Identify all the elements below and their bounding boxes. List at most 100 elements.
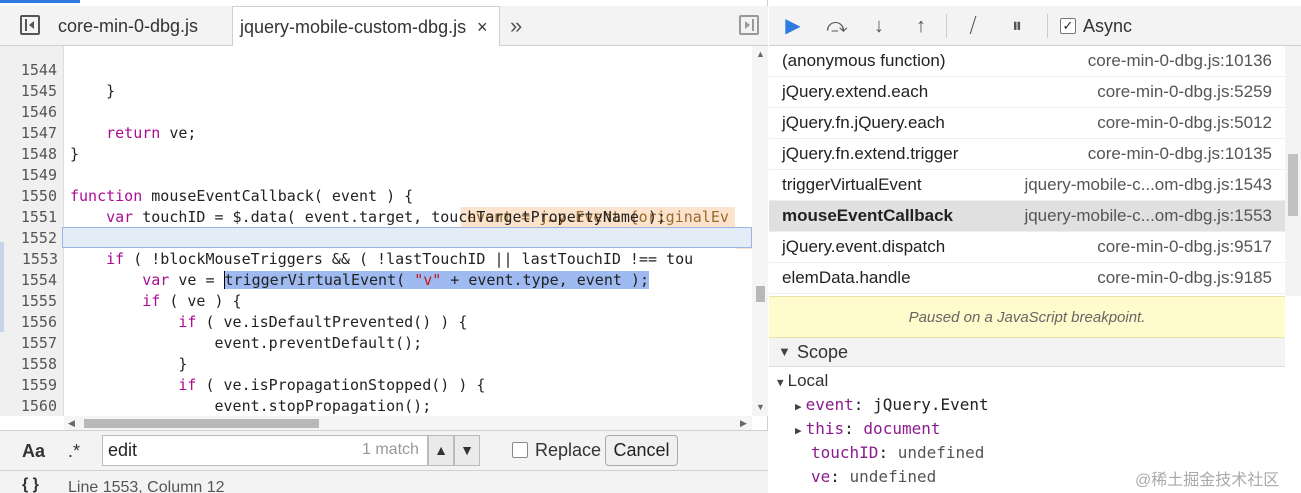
variable-value: document	[863, 419, 941, 438]
tab-label: core-min-0-dbg.js	[58, 16, 199, 36]
code-line: 1544 }	[0, 46, 752, 100]
scroll-right-icon[interactable]: ▶	[740, 418, 747, 429]
frame-location[interactable]: core-min-0-dbg.js:10135	[1088, 139, 1272, 168]
async-label: Async	[1083, 16, 1133, 36]
toolbar-divider	[1047, 14, 1048, 38]
replace-checkbox[interactable]	[512, 442, 528, 458]
editor-horizontal-scrollbar[interactable]: ◀ ▶	[64, 416, 752, 430]
variable-value: jQuery.Event	[873, 395, 989, 414]
code-line: 1552 if ( !blockMouseTriggers && ( !last…	[0, 207, 752, 268]
variable-value: undefined	[897, 443, 985, 462]
local-label: Local	[787, 371, 829, 390]
scope-variable[interactable]: ▶ this: document	[795, 417, 940, 441]
variable-separator: :	[878, 443, 898, 462]
deactivate-breakpoints-button[interactable]: ⧸	[959, 12, 987, 40]
step-over-button[interactable]: ⤼	[823, 12, 851, 40]
step-into-button[interactable]: ↓	[865, 12, 893, 40]
variable-name: touchID	[811, 443, 879, 462]
call-frame[interactable]: jQuery.fn.extend.trigger core-min-0-dbg.…	[769, 139, 1285, 170]
editor-tab-bar: core-min-0-dbg.js jquery-mobile-custom-d…	[0, 6, 768, 47]
code-line: 1561 if ( ve.isImmediatePropagationStopp…	[0, 396, 752, 416]
frame-function: jQuery.extend.each	[782, 82, 929, 101]
toolbar-divider	[946, 14, 947, 38]
toggle-debugger-icon[interactable]	[739, 15, 759, 35]
match-case-toggle[interactable]: Aa	[22, 441, 45, 462]
breakpoint-off-icon: ⧸	[969, 15, 977, 37]
frame-location[interactable]: core-min-0-dbg.js:9185	[1097, 263, 1272, 292]
toggle-navigator-icon[interactable]	[20, 15, 40, 35]
step-into-icon: ↓	[874, 15, 884, 37]
watermark: @稀土掘金技术社区	[1135, 472, 1280, 489]
frame-function: elemData.handle	[782, 268, 911, 287]
debugger-sidebar: ▶ ⤼ ↓ ↑ ⧸ ⏸ ✓ Async (anonymous function)…	[769, 0, 1301, 493]
step-out-button[interactable]: ↑	[907, 12, 935, 40]
local-scope-header[interactable]: ▼ Local	[777, 369, 828, 393]
tab-core-min-0-dbg[interactable]: core-min-0-dbg.js	[58, 6, 198, 46]
code-line: 1556 event.preventDefault();	[0, 291, 752, 352]
async-checkbox[interactable]: ✓	[1060, 18, 1076, 34]
code-line: 1558 if ( ve.isPropagationStopped() ) {	[0, 333, 752, 394]
variable-separator: :	[853, 395, 874, 414]
cursor-position: Line 1553, Column 12	[68, 479, 225, 493]
call-frame[interactable]: (anonymous function) core-min-0-dbg.js:1…	[769, 46, 1285, 77]
scope-section-header[interactable]: ▼ Scope	[769, 338, 1285, 367]
call-frame[interactable]: jQuery.event.dispatch core-min-0-dbg.js:…	[769, 232, 1285, 263]
frame-location[interactable]: core-min-0-dbg.js:9517	[1097, 232, 1272, 261]
cancel-button[interactable]: Cancel	[605, 435, 678, 466]
more-tabs-icon[interactable]: »	[510, 6, 522, 46]
code-line: 1557 }	[0, 312, 752, 373]
previous-match-button[interactable]: ▲	[428, 435, 454, 466]
call-frame[interactable]: elemData.handle core-min-0-dbg.js:9185	[769, 263, 1285, 294]
resume-icon: ▶	[785, 15, 801, 37]
chevron-up-icon: ▲	[434, 442, 448, 458]
line-number[interactable]: 1552	[0, 228, 57, 249]
match-count: 1 match	[362, 441, 419, 458]
collapsed-triangle-icon[interactable]: ▶	[795, 424, 802, 437]
code-view[interactable]: 1544 } 1545 1546 return ve; 1547 } 1548 …	[0, 46, 768, 416]
scroll-up-icon[interactable]: ▲	[756, 49, 765, 59]
active-panel-indicator	[0, 0, 80, 3]
pretty-print-icon[interactable]: { }	[22, 476, 39, 493]
frame-function: (anonymous function)	[782, 51, 946, 70]
call-frame[interactable]: triggerVirtualEvent jquery-mobile-c...om…	[769, 170, 1285, 201]
frame-location[interactable]: jquery-mobile-c...om-dbg.js:1553	[1024, 201, 1272, 230]
regex-toggle[interactable]: .*	[68, 441, 80, 462]
pause-on-exceptions-button[interactable]: ⏸	[1003, 12, 1031, 40]
tab-label: jquery-mobile-custom-dbg.js	[240, 17, 467, 37]
frame-location[interactable]: core-min-0-dbg.js:5012	[1097, 108, 1272, 137]
scrollbar-thumb[interactable]	[84, 419, 319, 428]
scope-variable[interactable]: touchID: undefined	[811, 441, 984, 465]
scrollbar-thumb[interactable]	[756, 286, 765, 302]
code-line: 1550 var touchID = $.data( event.target,…	[0, 165, 758, 249]
editor-status-bar: { } Line 1553, Column 12	[0, 470, 768, 493]
frame-location[interactable]: jquery-mobile-c...om-dbg.js:1543	[1024, 170, 1272, 199]
scope-variable[interactable]: ve: undefined	[811, 465, 936, 489]
search-bar: Aa .* 1 match ▲ ▼ Replace Cancel	[0, 430, 768, 470]
scope-title: Scope	[797, 342, 849, 362]
variable-name: this	[805, 419, 845, 438]
code-line: 1560 }	[0, 375, 752, 415]
paused-banner: Paused on a JavaScript breakpoint.	[769, 296, 1285, 338]
resume-button[interactable]: ▶	[779, 12, 807, 40]
collapsed-triangle-icon[interactable]: ▶	[795, 400, 802, 413]
current-execution-line: 1553 var ve = triggerVirtualEvent( "v" +…	[22, 227, 752, 289]
frame-location[interactable]: core-min-0-dbg.js:10136	[1088, 46, 1272, 75]
code-line: 1546 return ve;	[0, 81, 752, 142]
next-match-button[interactable]: ▼	[454, 435, 480, 466]
code-line: 1548	[0, 123, 752, 163]
scope-variable[interactable]: ▶ event: jQuery.Event	[795, 393, 989, 417]
frame-location[interactable]: core-min-0-dbg.js:5259	[1097, 77, 1272, 106]
call-frame[interactable]: jQuery.extend.each core-min-0-dbg.js:525…	[769, 77, 1285, 108]
call-frame[interactable]: jQuery.fn.jQuery.each core-min-0-dbg.js:…	[769, 108, 1285, 139]
call-frame-selected[interactable]: mouseEventCallback jquery-mobile-c...om-…	[769, 201, 1285, 232]
scroll-left-icon[interactable]: ◀	[68, 418, 75, 429]
variable-separator: :	[830, 467, 850, 486]
scrollbar-thumb[interactable]	[1288, 154, 1298, 216]
editor-vertical-scrollbar[interactable]: ▲ ▼	[752, 46, 768, 416]
sidebar-scrollbar[interactable]	[1285, 46, 1301, 296]
expand-triangle-icon: ▼	[778, 344, 791, 359]
tab-jquery-mobile-custom-dbg[interactable]: jquery-mobile-custom-dbg.js ×	[232, 6, 500, 47]
scroll-down-icon[interactable]: ▼	[756, 402, 765, 412]
source-editor-panel: core-min-0-dbg.js jquery-mobile-custom-d…	[0, 0, 768, 493]
close-tab-icon[interactable]: ×	[477, 7, 488, 47]
